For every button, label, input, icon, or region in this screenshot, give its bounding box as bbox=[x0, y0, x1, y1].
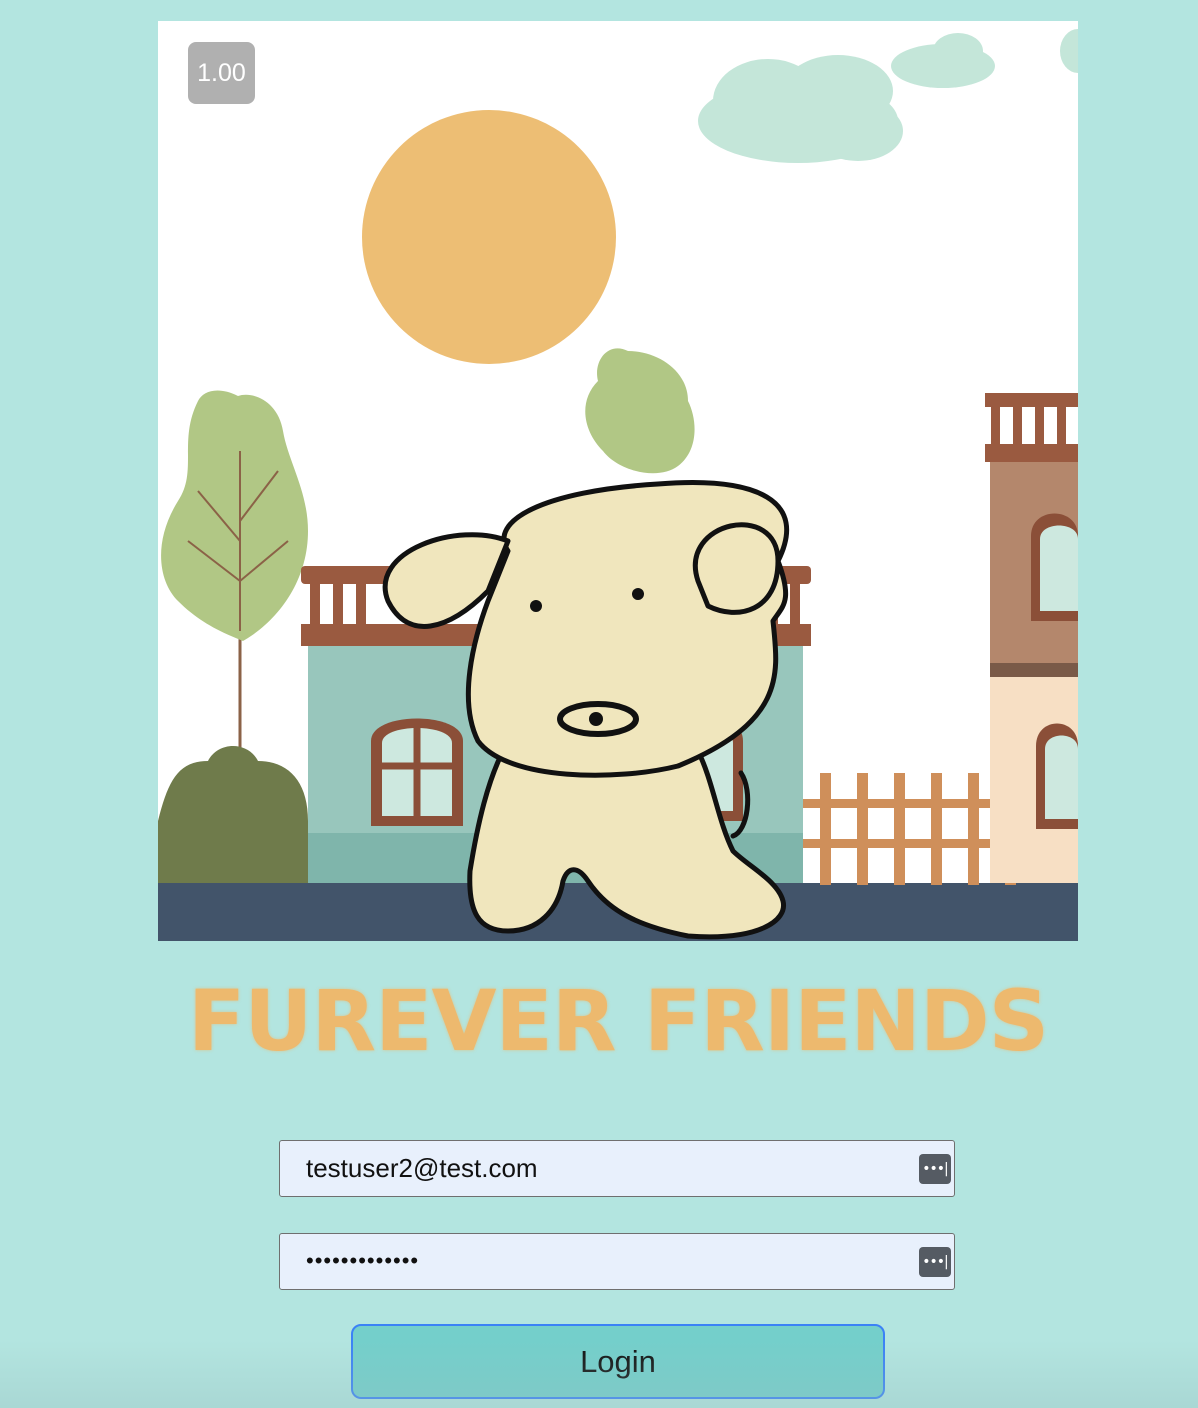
login-page: 1.00 FUREVER FRIENDS •••| •••| Login bbox=[0, 0, 1198, 1408]
left-tree bbox=[161, 390, 308, 751]
dog-town-illustration bbox=[158, 29, 1078, 941]
key-dots-icon[interactable]: •••| bbox=[919, 1247, 951, 1277]
playback-speed-badge[interactable]: 1.00 bbox=[188, 42, 255, 104]
app-title: FUREVER FRIENDS bbox=[187, 972, 1049, 1070]
middle-tree bbox=[585, 348, 695, 474]
sun bbox=[362, 110, 616, 364]
bush bbox=[158, 746, 308, 883]
dog-eye-right bbox=[632, 588, 644, 600]
password-input[interactable] bbox=[280, 1234, 900, 1288]
password-field[interactable]: •••| bbox=[279, 1233, 955, 1290]
login-button[interactable]: Login bbox=[351, 1324, 885, 1399]
right-building bbox=[985, 393, 1078, 883]
email-input[interactable] bbox=[280, 1141, 900, 1195]
key-dots-icon[interactable]: •••| bbox=[919, 1154, 951, 1184]
dog-eye-left bbox=[530, 600, 542, 612]
hero-illustration: 1.00 bbox=[158, 21, 1078, 941]
clouds bbox=[698, 29, 1078, 163]
email-field[interactable]: •••| bbox=[279, 1140, 955, 1197]
